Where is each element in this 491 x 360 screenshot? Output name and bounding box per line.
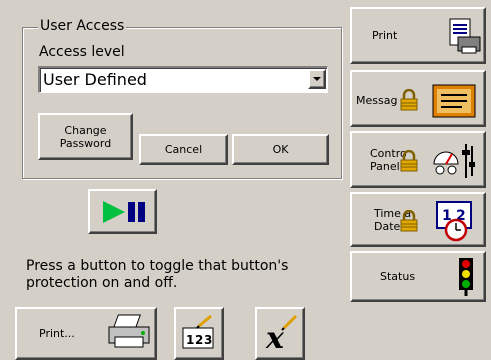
status-label: Status <box>380 270 416 283</box>
access-level-value: User Defined <box>43 70 147 89</box>
print-label: Print <box>372 29 398 42</box>
printer-icon <box>108 314 150 348</box>
time-date-button[interactable]: Time a Date 1 2 <box>350 192 486 247</box>
italic-x-pencil-icon: x <box>265 314 298 354</box>
printer-document-icon <box>449 18 481 54</box>
numbered-list-edit-icon: 1 2 3 <box>182 314 214 348</box>
control-panel-button[interactable]: Contro Panel <box>350 131 486 188</box>
change-password-button[interactable]: Change Password <box>38 113 133 160</box>
variable-x-button[interactable]: x <box>255 307 305 360</box>
access-level-label: Access level <box>39 44 125 60</box>
cancel-button[interactable]: Cancel <box>139 134 228 165</box>
numbering-button[interactable]: 1 2 3 <box>174 307 224 360</box>
svg-text:3: 3 <box>204 333 212 347</box>
message-board-icon <box>432 84 476 118</box>
change-password-label: Change Password <box>59 123 112 150</box>
traffic-light-icon <box>459 258 473 296</box>
status-button[interactable]: Status <box>350 251 486 302</box>
ok-label: OK <box>272 143 289 156</box>
lock-icon <box>400 150 418 172</box>
ok-button[interactable]: OK <box>232 134 329 165</box>
lock-icon <box>400 89 418 111</box>
user-access-title: User Access <box>38 18 127 34</box>
gauges-sliders-icon <box>433 144 475 178</box>
chevron-down-icon <box>313 77 321 81</box>
print-button[interactable]: Print <box>350 7 486 64</box>
messages-button[interactable]: Messag <box>350 70 486 127</box>
access-level-select[interactable]: User Defined <box>38 66 328 93</box>
instructions-text: Press a button to toggle that button's p… <box>26 258 289 291</box>
calendar-clock-icon: 1 2 <box>436 201 472 242</box>
messages-label: Messag <box>356 94 398 107</box>
lock-icon <box>400 210 418 232</box>
cancel-label: Cancel <box>164 143 203 156</box>
dropdown-button[interactable] <box>308 69 326 89</box>
play-pause-button[interactable] <box>88 189 157 234</box>
svg-text:1: 1 <box>186 333 194 347</box>
print-dots-button[interactable]: Print... <box>15 307 157 360</box>
print-dots-label: Print... <box>39 327 75 340</box>
svg-text:x: x <box>265 321 285 354</box>
svg-text:2: 2 <box>195 333 203 347</box>
play-pause-icon <box>102 200 145 223</box>
